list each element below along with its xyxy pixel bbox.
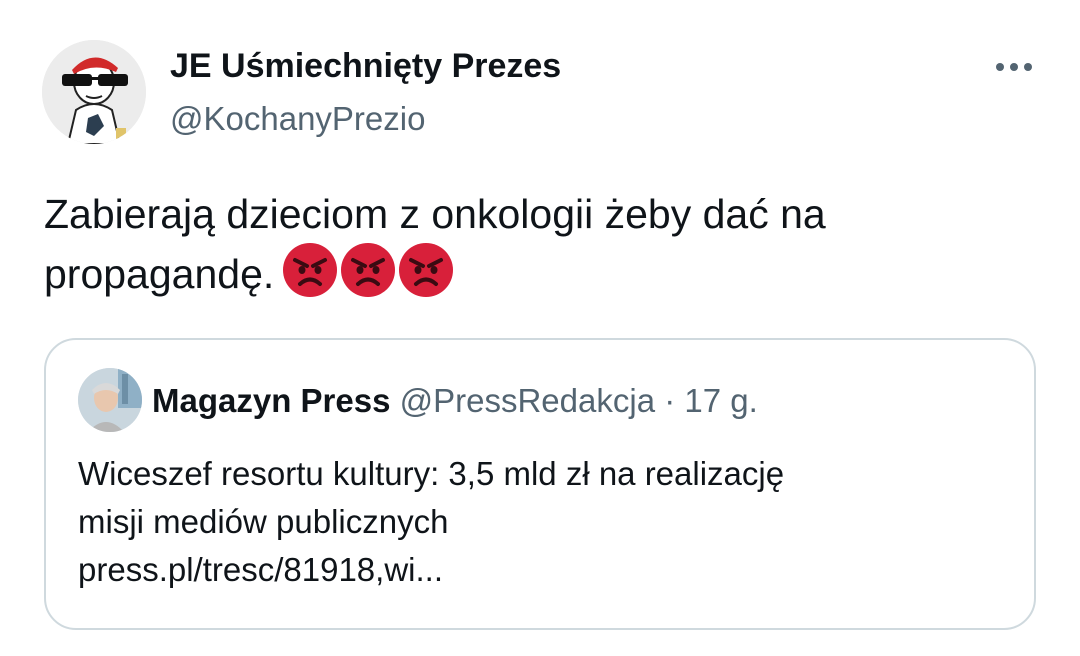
quote-header: Magazyn Press @PressRedakcja · 17 g.	[152, 380, 758, 422]
tweet: JE Uśmiechnięty Prezes @KochanyPrezio Za…	[0, 0, 1080, 656]
quote-text: Wiceszef resortu kultury: 3,5 mld zł na …	[78, 450, 998, 594]
emoji-group	[282, 242, 456, 312]
quote-author-avatar[interactable]	[78, 368, 142, 432]
quoted-tweet-card[interactable]: Magazyn Press @PressRedakcja · 17 g. Wic…	[44, 338, 1036, 630]
photo-avatar-icon	[78, 368, 142, 432]
author-handle[interactable]: @KochanyPrezio	[170, 97, 425, 141]
tweet-text: Zabierają dzieciom z onkologii żeby dać …	[44, 186, 1004, 312]
quote-separator: ·	[664, 382, 676, 419]
quote-author-name[interactable]: Magazyn Press	[152, 382, 390, 419]
author-name[interactable]: JE Uśmiechnięty Prezes	[170, 44, 561, 88]
cartoon-avatar-icon	[42, 40, 146, 144]
quote-timestamp[interactable]: 17 g.	[684, 382, 757, 419]
more-options-button[interactable]	[990, 50, 1038, 84]
more-options-icon	[996, 63, 1032, 71]
angry-face-emoji	[283, 243, 338, 297]
author-avatar[interactable]	[42, 40, 146, 144]
angry-face-emoji	[399, 243, 454, 297]
angry-face-emoji	[341, 243, 396, 297]
quote-link[interactable]: press.pl/tresc/81918,wi...	[78, 546, 998, 594]
quote-text-line: Wiceszef resortu kultury: 3,5 mld zł na …	[78, 455, 785, 492]
quote-author-handle[interactable]: @PressRedakcja	[400, 382, 655, 419]
quote-text-line: misji mediów publicznych	[78, 503, 449, 540]
